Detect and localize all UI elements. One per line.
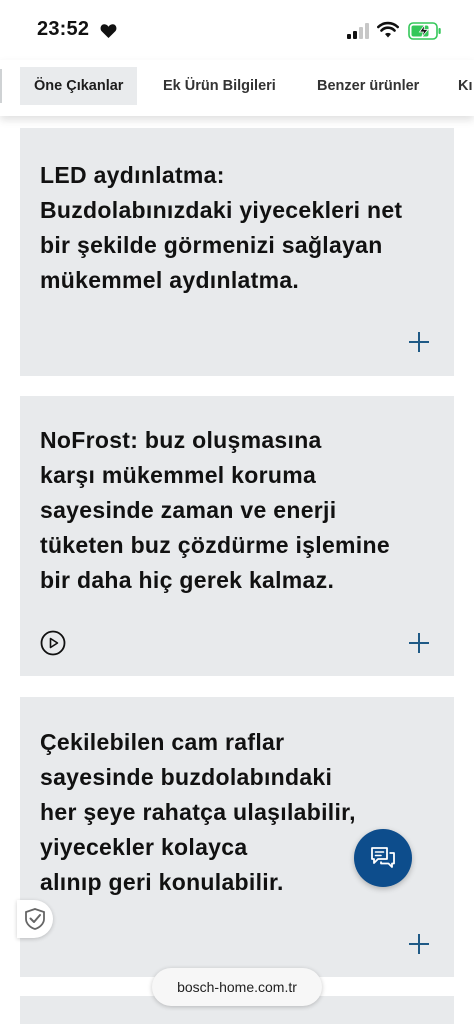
feature-line: mükemmel aydınlatma.	[40, 267, 300, 293]
cellular-signal-icon	[347, 23, 369, 39]
plus-icon[interactable]	[408, 933, 430, 955]
feature-line: Çekilebilen cam raflar	[40, 729, 285, 755]
tab-bar: Öne Çıkanlar Ek Ürün Bilgileri Benzer ür…	[0, 60, 474, 116]
status-bar: 23:52	[0, 0, 474, 60]
chat-bubbles-icon	[371, 847, 395, 868]
feature-card-led[interactable]: LED aydınlatma: Buzdolabınızdaki yiyecek…	[20, 128, 454, 376]
tab-highlights[interactable]: Öne Çıkanlar	[20, 67, 138, 105]
heart-icon	[100, 24, 117, 38]
status-time: 23:52	[37, 18, 90, 40]
feature-line: LED aydınlatma:	[40, 162, 225, 188]
feature-line: yiyecekler kolayca	[40, 834, 248, 860]
feature-card-text: LED aydınlatma: Buzdolabınızdaki yiyecek…	[40, 158, 402, 298]
feature-line: bir daha hiç gerek kalmaz.	[40, 567, 335, 593]
chat-button[interactable]	[354, 829, 412, 887]
feature-line: her şeye rahatça ulaşılabilir,	[40, 799, 356, 825]
trust-badge-check-icon	[25, 908, 45, 930]
tab-truncated[interactable]: Kı	[458, 67, 473, 105]
feature-line: Buzdolabınızdaki yiyecekleri net	[40, 197, 403, 223]
plus-icon[interactable]	[408, 331, 430, 353]
play-icon[interactable]	[40, 630, 66, 656]
feature-line: tüketen buz çözdürme işlemine	[40, 532, 390, 558]
feature-card-nofrost[interactable]: NoFrost: buz oluşmasına karşı mükemmel k…	[20, 396, 454, 676]
wifi-icon	[377, 21, 399, 38]
feature-card-text: Çekilebilen cam raflar sayesinde buzdola…	[40, 725, 356, 900]
browser-url-bar[interactable]: bosch-home.com.tr	[152, 968, 322, 1006]
feature-line: karşı mükemmel koruma	[40, 462, 317, 488]
feature-line: NoFrost: buz oluşmasına	[40, 427, 322, 453]
tab-additional-info[interactable]: Ek Ürün Bilgileri	[163, 67, 276, 105]
feature-line: alınıp geri konulabilir.	[40, 869, 284, 895]
plus-icon[interactable]	[408, 632, 430, 654]
tab-similar-products[interactable]: Benzer ürünler	[317, 67, 419, 105]
feature-line: sayesinde zaman ve enerji	[40, 497, 337, 523]
feature-line: sayesinde buzdolabındaki	[40, 764, 333, 790]
tab-scroll-edge	[0, 69, 2, 103]
feature-card-text: NoFrost: buz oluşmasına karşı mükemmel k…	[40, 423, 390, 598]
battery-charging-icon	[408, 22, 441, 40]
feature-line: bir şekilde görmenizi sağlayan	[40, 232, 383, 258]
